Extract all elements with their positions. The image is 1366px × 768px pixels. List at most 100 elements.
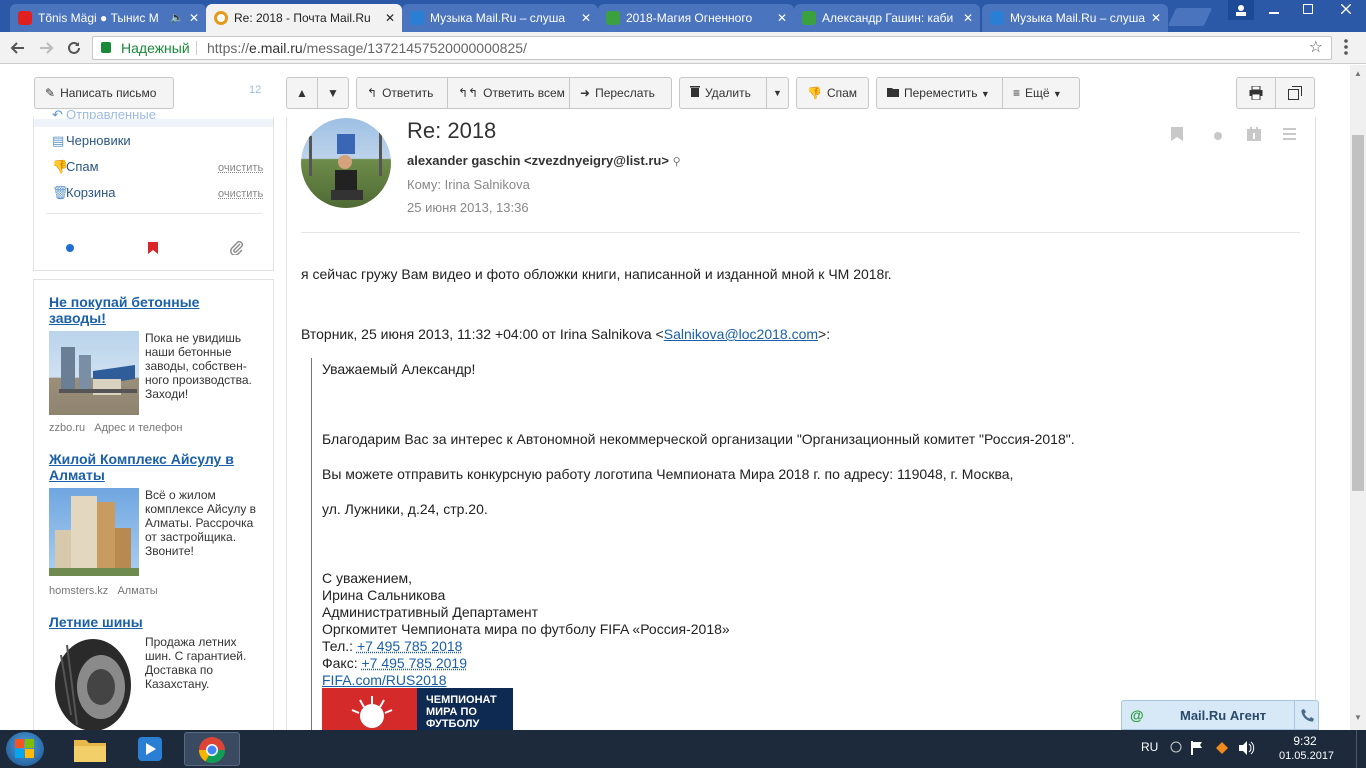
draft-icon: ▤ (52, 133, 65, 148)
avatar[interactable] (301, 118, 391, 208)
media-player-taskbar-button[interactable] (122, 732, 178, 766)
ad-extra-link[interactable]: Алматы (117, 585, 157, 597)
close-icon[interactable]: ✕ (385, 4, 395, 32)
signature-phone: Тел.: +7 495 785 2018 (322, 638, 462, 654)
new-tab-button[interactable] (1167, 8, 1213, 26)
prev-message-button[interactable]: ▲ (286, 77, 318, 109)
minimize-icon[interactable] (1258, 0, 1290, 20)
reply-button[interactable]: ↰ Ответить (356, 77, 448, 109)
explorer-taskbar-button[interactable] (62, 732, 118, 766)
ad-extra-link[interactable]: Адрес и телефон (94, 422, 182, 434)
url-input[interactable]: Надежный https://e.mail.ru/message/13721… (92, 36, 1332, 60)
show-desktop-button[interactable] (1356, 730, 1366, 768)
divider (46, 213, 262, 214)
to-name[interactable]: Irina Salnikova (445, 177, 530, 192)
browser-tab-5[interactable]: Александр Гашин: каби ✕ (794, 4, 980, 32)
user-icon[interactable] (1228, 0, 1254, 20)
quote-sender-email-link[interactable]: Salnikova@loc2018.com (664, 326, 818, 342)
quote-paragraph: Благодарим Вас за интерес к Автономной н… (322, 431, 1075, 447)
browser-tab-1[interactable]: Tõnis Mägi ● Тынис М 🔈 ✕ (10, 4, 206, 32)
bookmark-icon[interactable] (1171, 127, 1183, 144)
sidebar-item-drafts[interactable]: ▤ Черновики (52, 131, 131, 151)
ad-image-concrete-plant[interactable] (49, 331, 139, 415)
message-menu-icon[interactable] (1283, 128, 1296, 143)
message-sender[interactable]: alexander gaschin <zvezdnyeigry@list.ru>… (407, 153, 681, 168)
tab-title: Музыка Mail.Ru – слуша (1010, 11, 1146, 25)
ad-image-tire[interactable] (49, 635, 139, 730)
more-button[interactable]: ≡ Ещё ▼ (1002, 77, 1080, 109)
browser-menu-icon[interactable] (1344, 38, 1348, 59)
attachment-filter-icon[interactable] (230, 241, 244, 258)
expand-button[interactable] (1275, 77, 1315, 109)
ad-title[interactable]: Жилой Комплекс Айсулу в Алматы (49, 451, 249, 483)
start-button[interactable] (6, 732, 44, 766)
browser-tab-3[interactable]: Музыка Mail.Ru – слуша ✕ (402, 4, 598, 32)
fax-link[interactable]: +7 495 785 2019 (362, 655, 468, 671)
browser-tab-4[interactable]: 2018-Магия Огненного ✕ (598, 4, 794, 32)
unread-filter-icon[interactable] (66, 244, 74, 252)
forward-button[interactable]: ➜ Переслать (569, 77, 672, 109)
close-icon[interactable]: ✕ (581, 4, 591, 32)
flag-filter-icon[interactable] (148, 242, 158, 257)
close-icon[interactable]: ✕ (777, 4, 787, 32)
browser-tab-6[interactable]: Музыка Mail.Ru – слуша ✕ (982, 4, 1168, 32)
close-icon[interactable]: ✕ (189, 4, 199, 32)
fifa-site-link[interactable]: FIFA.com/RUS2018 (322, 672, 447, 688)
volume-icon[interactable] (1239, 741, 1255, 758)
print-button[interactable] (1236, 77, 1276, 109)
window-close-icon[interactable] (1326, 0, 1366, 20)
tray-expand-icon[interactable] (1170, 741, 1182, 756)
back-icon[interactable] (8, 38, 28, 58)
sidebar-item-trash[interactable]: 🗑Корзина (52, 183, 116, 203)
ad-text: Всё о жилом комплексе Айсулу в Алматы. Р… (145, 488, 257, 558)
scroll-down-icon[interactable]: ▼ (1354, 713, 1362, 722)
mute-icon[interactable]: 🔈 (170, 4, 184, 32)
clean-spam-link[interactable]: очистить (218, 162, 263, 174)
page-scrollbar[interactable]: ▲ ▼ (1350, 65, 1366, 730)
divider (301, 232, 1300, 233)
expand-icon (1288, 86, 1302, 103)
forward-icon[interactable] (36, 38, 56, 58)
folder-icon (74, 740, 106, 762)
more-label: Ещё (1025, 86, 1050, 100)
calendar-icon[interactable] (1247, 127, 1261, 144)
move-button[interactable]: Переместить ▼ (876, 77, 1003, 109)
ad-title[interactable]: Не покупай бетонные заводы! (49, 294, 249, 326)
delete-dropdown-button[interactable]: ▼ (766, 77, 789, 109)
maximize-icon[interactable] (1292, 0, 1324, 20)
action-center-flag-icon[interactable] (1191, 741, 1203, 758)
youtube-icon (18, 11, 32, 25)
mailru-agent-bar[interactable]: @ Mail.Ru Агент (1121, 700, 1319, 730)
scroll-up-icon[interactable]: ▲ (1354, 69, 1362, 78)
phone-link[interactable]: +7 495 785 2018 (357, 638, 463, 654)
chrome-taskbar-button[interactable] (184, 732, 240, 766)
reload-icon[interactable] (64, 38, 84, 58)
sidebar-item-label: Спам (66, 159, 99, 174)
language-indicator[interactable]: RU (1141, 740, 1158, 754)
antivirus-icon[interactable] (1214, 740, 1230, 759)
signature-fax: Факс: +7 495 785 2019 (322, 655, 467, 671)
clock[interactable]: 9:32 01.05.2017 (1279, 734, 1334, 764)
reply-all-button[interactable]: ↰↰ Ответить всем (447, 77, 570, 109)
close-icon[interactable]: ✕ (1151, 4, 1161, 32)
clean-trash-link[interactable]: очистить (218, 188, 263, 200)
next-message-button[interactable]: ▼ (317, 77, 349, 109)
forward-arrow-icon: ➜ (580, 86, 591, 100)
sidebar-item-sent[interactable]: ↶ Отправленные (52, 105, 156, 119)
ad-domain[interactable]: zzbo.ru (49, 422, 85, 434)
url-scheme: https:// (207, 40, 250, 56)
bookmark-star-icon[interactable]: ☆ (1309, 37, 1323, 59)
ad-title[interactable]: Летние шины (49, 614, 249, 630)
ad-image-residential-complex[interactable] (49, 488, 139, 576)
read-status-icon[interactable] (1214, 132, 1222, 140)
sidebar-item-spam[interactable]: 👎Спам (52, 157, 99, 177)
windows-taskbar: RU 9:32 01.05.2017 (0, 730, 1366, 768)
phone-call-button[interactable] (1294, 701, 1319, 729)
search-icon[interactable]: ⚲ (673, 156, 681, 168)
spam-button[interactable]: 👎 Спам (796, 77, 869, 109)
delete-button[interactable]: Удалить (679, 77, 767, 109)
browser-tab-2[interactable]: Re: 2018 - Почта Mail.Ru ✕ (206, 4, 402, 32)
scrollbar-thumb[interactable] (1352, 135, 1364, 491)
ad-domain[interactable]: homsters.kz (49, 585, 108, 597)
close-icon[interactable]: ✕ (963, 4, 973, 32)
